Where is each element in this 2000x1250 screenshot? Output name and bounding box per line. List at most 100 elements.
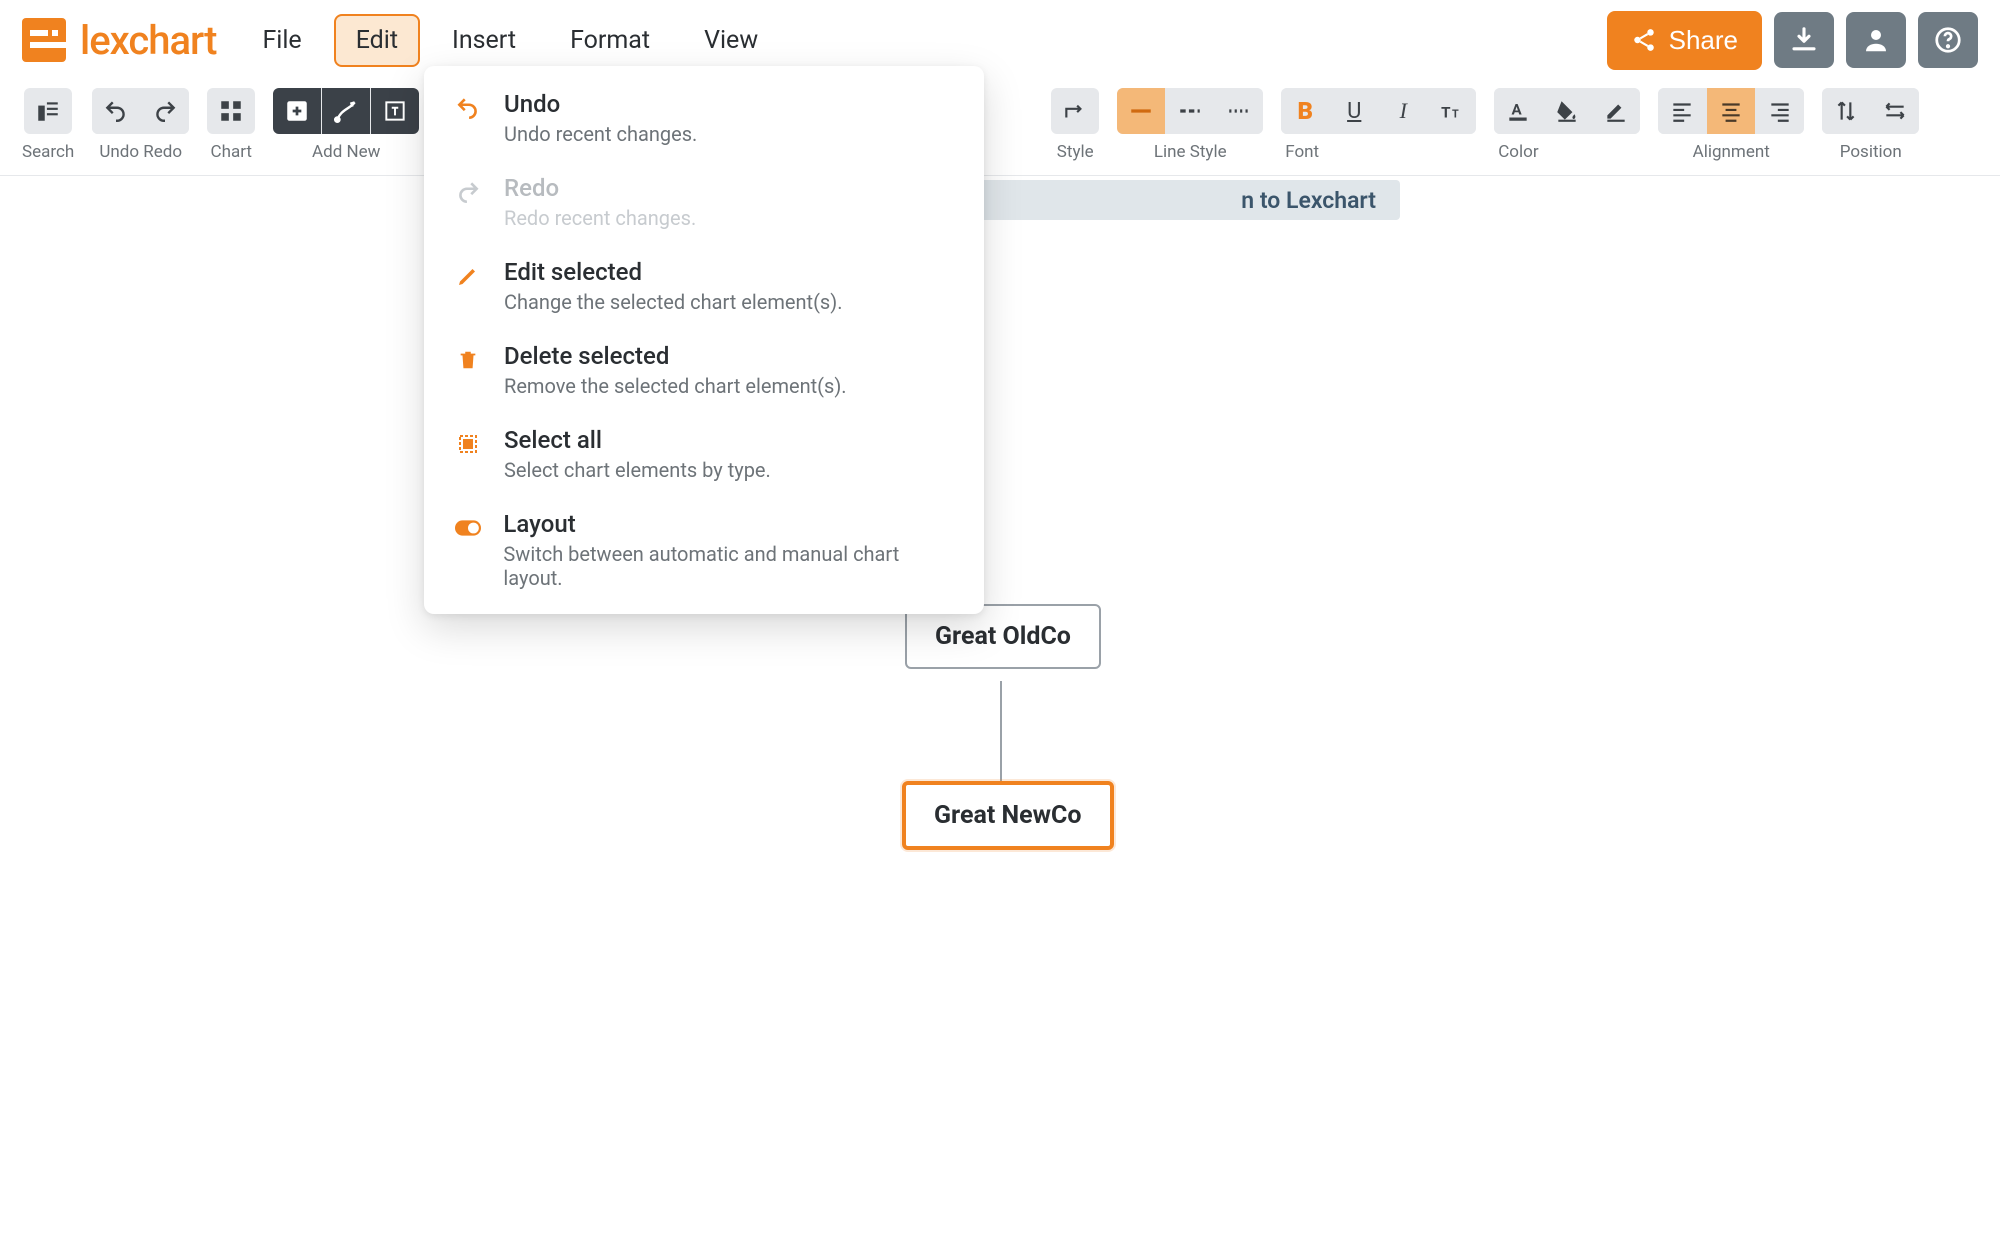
trash-icon	[454, 346, 482, 374]
chart-button[interactable]	[207, 88, 255, 134]
dropdown-selectall-title: Select all	[504, 426, 771, 454]
dropdown-edit-desc: Change the selected chart element(s).	[504, 290, 842, 314]
align-right-button[interactable]	[1756, 88, 1804, 134]
menu-format[interactable]: Format	[548, 14, 672, 67]
plus-icon	[284, 98, 310, 124]
line-solid-icon	[1128, 98, 1154, 124]
node-label: Great NewCo	[934, 801, 1082, 830]
search-button[interactable]	[24, 88, 72, 134]
menu-insert[interactable]: Insert	[430, 14, 538, 67]
fill-color-button[interactable]	[1543, 88, 1591, 134]
help-icon	[1933, 25, 1963, 55]
dropdown-undo-title: Undo	[504, 90, 697, 118]
position-label: Position	[1840, 142, 1902, 162]
align-left-button[interactable]	[1658, 88, 1706, 134]
menu-file[interactable]: File	[240, 14, 323, 67]
undo-button[interactable]	[92, 88, 140, 134]
toolbar-group-chart: Chart	[207, 88, 255, 162]
addnew-label: Add New	[312, 142, 380, 162]
arrows-horizontal-icon	[1882, 98, 1908, 124]
text-color-button[interactable]: A	[1494, 88, 1542, 134]
share-label: Share	[1669, 25, 1738, 56]
alignment-label: Alignment	[1693, 142, 1770, 162]
dropdown-redo-title: Redo	[504, 174, 696, 202]
italic-button[interactable]: I	[1379, 88, 1427, 134]
pencil-icon	[454, 262, 482, 290]
svg-text:T: T	[1452, 108, 1459, 121]
dropdown-delete-title: Delete selected	[504, 342, 847, 370]
svg-text:A: A	[1512, 100, 1523, 118]
line-solid-button[interactable]	[1117, 88, 1165, 134]
toolbar-group-position: Position	[1822, 88, 1919, 162]
chart-node-newco[interactable]: Great NewCo	[902, 781, 1114, 850]
dropdown-undo-desc: Undo recent changes.	[504, 122, 697, 146]
toolbar-group-alignment: Alignment	[1658, 88, 1804, 162]
toolbar-group-font: B U I TT Font	[1281, 88, 1476, 162]
menubar: File Edit Insert Format View	[240, 14, 780, 67]
toolbar-group-undoredo: Undo Redo	[92, 88, 189, 162]
dropdown-selectall-desc: Select chart elements by type.	[504, 458, 771, 482]
dropdown-layout[interactable]: Layout Switch between automatic and manu…	[424, 496, 984, 604]
text-color-icon: A	[1505, 98, 1531, 124]
svg-text:T: T	[1441, 104, 1451, 122]
dropdown-undo[interactable]: Undo Undo recent changes.	[424, 76, 984, 160]
underline-button[interactable]: U	[1330, 88, 1378, 134]
align-center-button[interactable]	[1707, 88, 1755, 134]
share-icon	[1631, 27, 1657, 53]
toggle-icon	[454, 514, 481, 542]
undo-icon	[103, 98, 129, 124]
bold-button[interactable]: B	[1281, 88, 1329, 134]
dropdown-layout-title: Layout	[503, 510, 954, 538]
align-right-icon	[1767, 98, 1793, 124]
toolbar-group-style: Style	[1051, 88, 1099, 162]
dropdown-edit-title: Edit selected	[504, 258, 842, 286]
add-text-button[interactable]	[371, 88, 419, 134]
elbow-arrow-icon	[1062, 98, 1088, 124]
add-connector-button[interactable]	[322, 88, 370, 134]
menu-edit[interactable]: Edit	[334, 14, 420, 67]
arrows-vertical-icon	[1833, 98, 1859, 124]
grid-icon	[218, 98, 244, 124]
menu-view[interactable]: View	[682, 14, 780, 67]
logo-text: lexchart	[80, 17, 216, 64]
toolbar: Search Undo Redo Chart	[0, 80, 2000, 176]
toolbar-group-linestyle: Line Style	[1117, 88, 1263, 162]
pencil-underline-icon	[1603, 98, 1629, 124]
textbox-icon	[382, 98, 408, 124]
dropdown-redo: Redo Redo recent changes.	[424, 160, 984, 244]
dropdown-layout-desc: Switch between automatic and manual char…	[503, 542, 954, 590]
style-connector-button[interactable]	[1051, 88, 1099, 134]
download-button[interactable]	[1774, 12, 1834, 68]
user-icon	[1861, 25, 1891, 55]
logo[interactable]: lexchart	[22, 17, 216, 64]
dropdown-redo-desc: Redo recent changes.	[504, 206, 696, 230]
chart-title-text: n to Lexchart	[1241, 187, 1376, 214]
dropdown-edit-selected[interactable]: Edit selected Change the selected chart …	[424, 244, 984, 328]
linestyle-label: Line Style	[1154, 142, 1227, 162]
help-button[interactable]	[1918, 12, 1978, 68]
text-size-button[interactable]: TT	[1428, 88, 1476, 134]
border-color-button[interactable]	[1592, 88, 1640, 134]
line-dotted-button[interactable]	[1215, 88, 1263, 134]
dropdown-select-all[interactable]: Select all Select chart elements by type…	[424, 412, 984, 496]
chart-canvas[interactable]: Great OldCo Great NewCo	[0, 176, 2000, 1250]
logo-mark-icon	[22, 18, 66, 62]
add-box-button[interactable]	[273, 88, 321, 134]
download-icon	[1789, 25, 1819, 55]
undo-icon	[454, 94, 482, 122]
account-button[interactable]	[1846, 12, 1906, 68]
chart-connector[interactable]	[1000, 681, 1002, 781]
toolbar-group-addnew: Add New	[273, 88, 419, 162]
connector-icon	[333, 98, 359, 124]
share-button[interactable]: Share	[1607, 11, 1762, 70]
dropdown-delete-selected[interactable]: Delete selected Remove the selected char…	[424, 328, 984, 412]
align-center-icon	[1718, 98, 1744, 124]
align-left-icon	[1669, 98, 1695, 124]
fill-icon	[1554, 98, 1580, 124]
redo-button[interactable]	[141, 88, 189, 134]
position-horizontal-button[interactable]	[1871, 88, 1919, 134]
panel-icon	[35, 98, 61, 124]
font-label: Font	[1281, 142, 1319, 162]
position-vertical-button[interactable]	[1822, 88, 1870, 134]
line-dashed-button[interactable]	[1166, 88, 1214, 134]
